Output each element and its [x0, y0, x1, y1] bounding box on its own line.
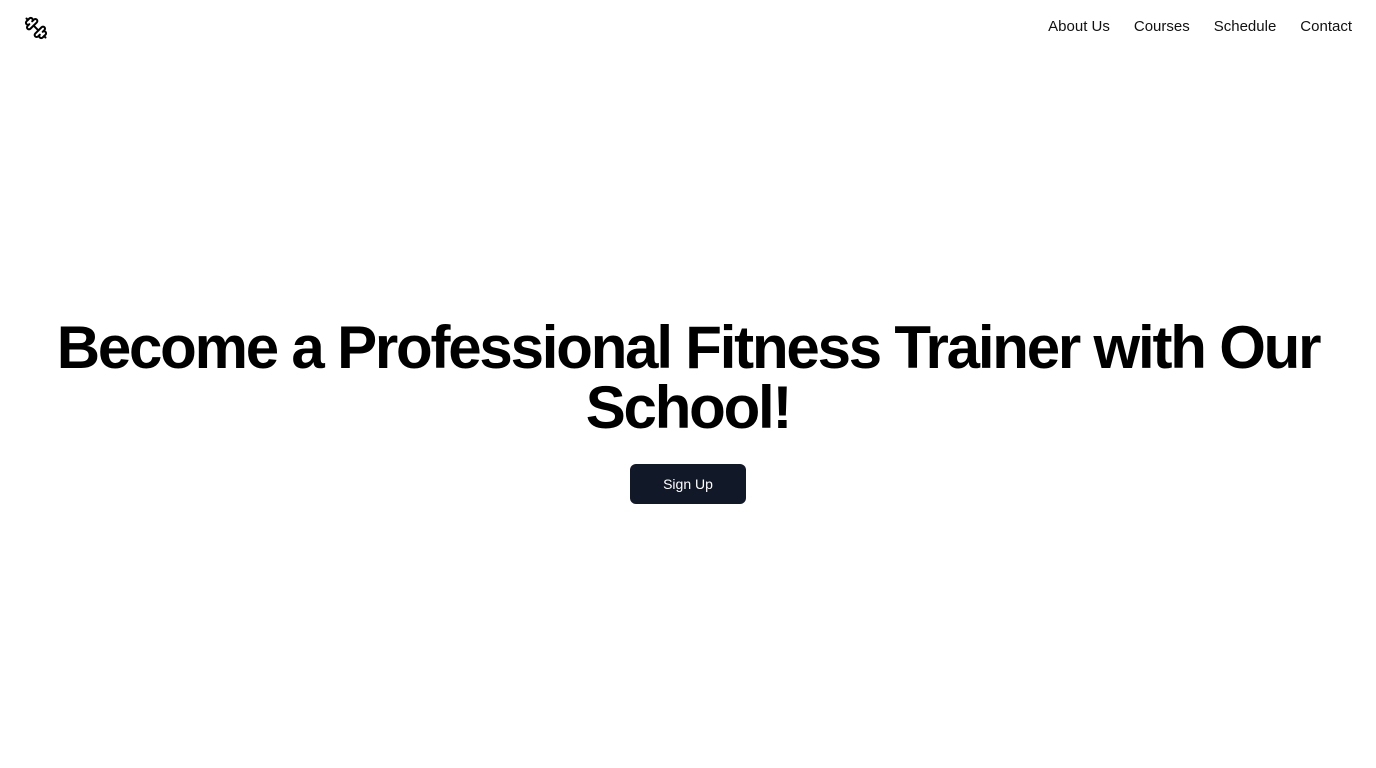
- site-header: About Us Courses Schedule Contact: [0, 0, 1376, 56]
- dumbbell-icon[interactable]: [24, 16, 48, 40]
- main-nav: About Us Courses Schedule Contact: [1048, 17, 1352, 37]
- hero-title: Become a Professional Fitness Trainer wi…: [56, 314, 1322, 441]
- nav-contact[interactable]: Contact: [1300, 17, 1352, 37]
- hero-section: Become a Professional Fitness Trainer wi…: [0, 318, 1376, 504]
- nav-courses[interactable]: Courses: [1134, 17, 1190, 37]
- nav-about-us[interactable]: About Us: [1048, 17, 1110, 37]
- nav-schedule[interactable]: Schedule: [1214, 17, 1277, 37]
- landing-page: About Us Courses Schedule Contact Become…: [0, 0, 1376, 768]
- sign-up-button[interactable]: Sign Up: [630, 464, 746, 504]
